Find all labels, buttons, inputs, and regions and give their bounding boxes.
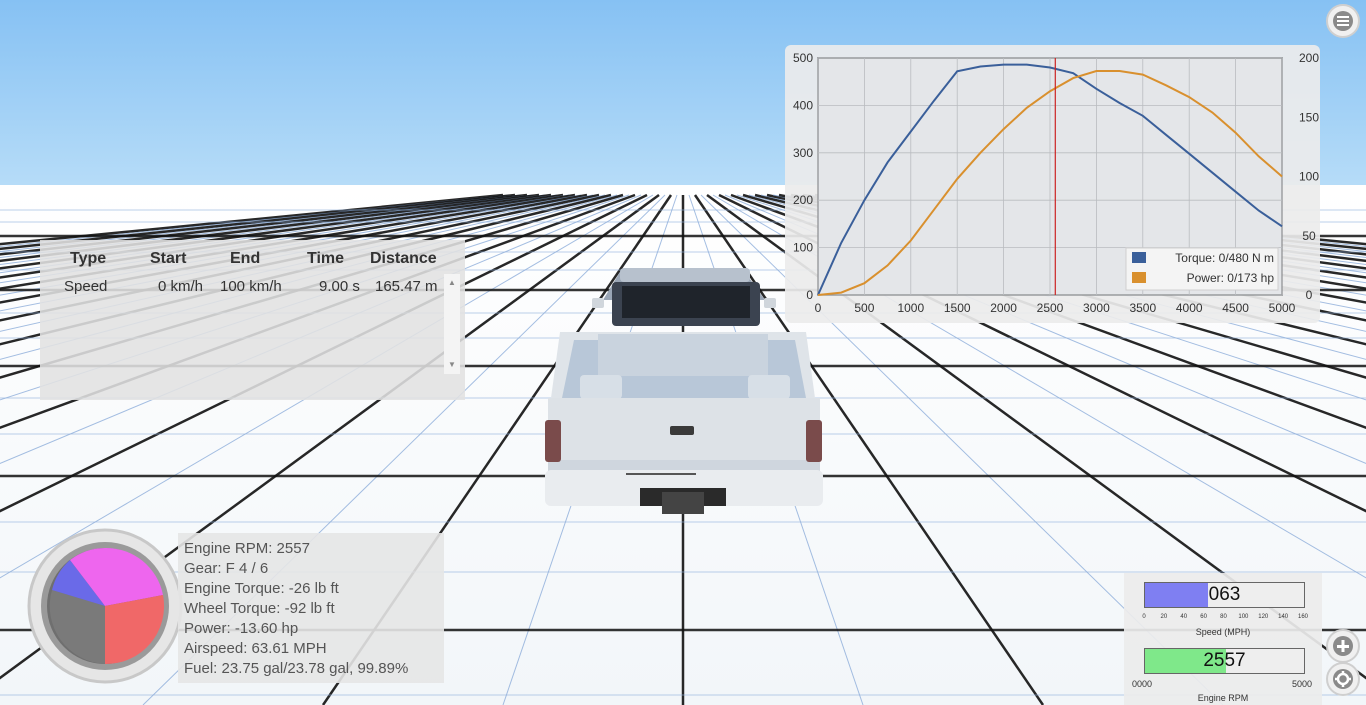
rpm-bar: 2557 [1144,648,1305,674]
cell-distance: 165.47 m [375,278,438,295]
speed-tick-label: 120 [1258,614,1269,620]
speed-bar: 063 [1144,582,1305,608]
plus-icon [1333,636,1353,656]
info-engine-rpm: Engine RPM: 2557 [184,540,310,557]
speed-tick-label: 40 [1180,614,1188,620]
x-tick-label: 1000 [897,301,924,315]
y-right-tick-label: 100 [1299,170,1319,184]
y-left-tick-label: 0 [806,288,813,302]
legend-label: Torque: 0/480 N m [1175,251,1274,265]
y-left-tick-label: 400 [793,98,813,112]
x-tick-label: 2000 [990,301,1017,315]
speed-tick-label: 0 [1142,614,1146,620]
x-tick-label: 5000 [1269,301,1296,315]
speed-tick-label: 100 [1238,614,1249,620]
info-airspeed: Airspeed: 63.61 MPH [184,640,327,657]
legend-label: Power: 0/173 hp [1187,271,1275,285]
cell-end: 100 km/h [220,278,282,295]
y-right-tick-label: 50 [1302,229,1316,243]
legend-swatch [1132,272,1146,283]
chart-legend: Torque: 0/480 N m Power: 0/173 hp [1125,247,1279,291]
rpm-value: 2557 [1203,650,1246,671]
column-header-distance: Distance [370,250,437,267]
cell-time: 9.00 s [319,278,360,295]
torque-power-chart: 0 500 1000 1500 2000 2500 3000 3500 4000 4500 5000… [793,51,1319,315]
zoom-in-button[interactable] [1326,629,1360,663]
column-header-type: Type [70,250,107,267]
y-right-tick-label: 0 [1306,288,1313,302]
x-tick-label: 4000 [1176,301,1203,315]
info-engine-torque: Engine Torque: -26 lb ft [184,580,339,597]
tachometer-dial [27,528,183,684]
x-tick-label: 3500 [1129,301,1156,315]
legend-swatch [1132,252,1146,263]
column-header-end: End [230,250,261,267]
info-power: Power: -13.60 hp [184,620,299,637]
speed-tick-label: 60 [1200,614,1207,620]
table-scrollbar[interactable]: ▲ ▼ [444,274,460,374]
rpm-label: Engine RPM [1197,693,1249,703]
y-left-tick-label: 500 [793,51,813,65]
cell-start: 0 km/h [158,278,204,295]
y-right-tick-label: 200 [1299,51,1319,65]
x-tick-label: 1500 [944,301,971,315]
x-tick-label: 2500 [1037,301,1064,315]
settings-button[interactable] [1326,662,1360,696]
x-tick-label: 3000 [1083,301,1110,315]
scroll-up-icon[interactable]: ▲ [448,278,456,287]
info-fuel: Fuel: 23.75 gal/23.78 gal, 99.89% [184,660,409,677]
engine-info-panel: Engine RPM: 2557 Gear: F 4 / 6 Engine To… [178,533,444,683]
speed-tick-label: 20 [1160,614,1168,620]
speed-tick-label: 80 [1220,614,1227,620]
x-tick-label: 4500 [1222,301,1249,315]
gear-icon [1333,669,1353,689]
rpm-max-label: 5000 [1292,679,1313,689]
performance-test-panel: Type Start End Time Distance Speed 0 km/… [40,240,465,400]
torque-power-graph-panel: 0 500 1000 1500 2000 2500 3000 3500 4000 4500 5000… [785,45,1320,323]
x-tick-label: 500 [854,301,874,315]
menu-icon [1333,11,1353,31]
scroll-down-icon[interactable]: ▼ [448,360,456,369]
speed-value: 063 [1208,584,1241,605]
y-left-tick-label: 300 [793,146,813,160]
speed-tick-label: 160 [1298,614,1309,620]
column-header-time: Time [307,250,345,267]
speed-tick-label: 140 [1278,614,1289,620]
speed-rpm-gauges-panel: 063 0 20 40 60 80 100 120 140 160 Speed (MPH) 25… [1124,573,1322,705]
info-wheel-torque: Wheel Torque: -92 lb ft [184,600,335,617]
speed-label: Speed (MPH) [1195,627,1251,637]
y-left-tick-label: 200 [793,193,813,207]
x-tick-label: 0 [815,301,822,315]
cell-type: Speed [64,278,108,295]
info-gear: Gear: F 4 / 6 [184,560,269,577]
rpm-min-label: 0000 [1132,679,1153,689]
menu-button[interactable] [1326,4,1360,38]
column-header-start: Start [150,250,187,267]
y-right-tick-label: 150 [1299,110,1319,124]
y-left-tick-label: 100 [793,241,813,255]
